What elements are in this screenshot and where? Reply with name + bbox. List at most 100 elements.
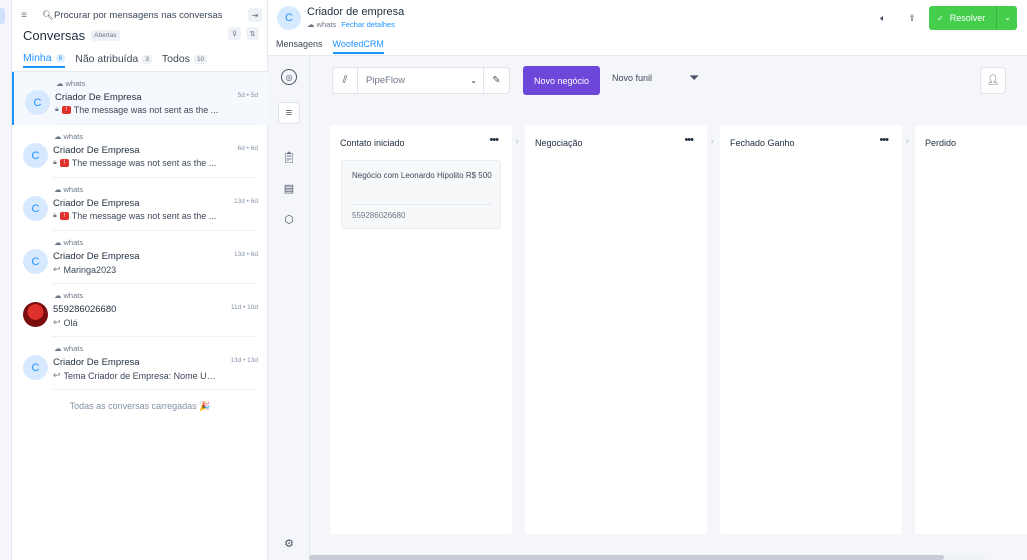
main-area: C Criador de empresa ☁ whats Fechar deta… [268, 0, 1027, 560]
inbox-label: ☁ whats [54, 132, 84, 141]
tab-todos[interactable]: Todos 10 [161, 50, 208, 68]
menu-icon[interactable]: ≡ [18, 9, 30, 21]
edit-pipeline-icon[interactable]: ✎ [484, 67, 510, 94]
tab-nao-atribuida[interactable]: Não atribuída 3 [75, 50, 152, 68]
stage-column: Negociação ••• › [525, 125, 714, 534]
tab-mensagens[interactable]: Mensagens [276, 39, 323, 54]
user-icon[interactable]: 👤︎ [980, 67, 1006, 94]
status-badge[interactable]: Abertas [91, 29, 120, 41]
reply-icon: ↩ [53, 317, 61, 327]
crm-sidebar: ◎ ≡ 📋︎ ▤ ⬡ ⚙ [268, 56, 310, 560]
warning-icon: ! [59, 159, 69, 167]
new-deal-button[interactable]: Novo negócio [523, 66, 600, 95]
contact-name: Criador De Empresa [55, 92, 142, 103]
expand-sidebar-tab[interactable] [0, 8, 5, 24]
warning-icon: ! [61, 106, 71, 114]
contact-name: Criador De Empresa [53, 145, 140, 156]
left-edge-strip [0, 0, 12, 560]
search-row: ≡ 🔍︎ Procurar por mensagens nas conversa… [18, 7, 262, 23]
conversation-time: 11d • 10d [230, 304, 258, 311]
pipeline-select[interactable]: PipeFlow ⌄ [358, 67, 484, 94]
avatar: C [23, 249, 48, 274]
avatar: C [23, 143, 48, 168]
search-input[interactable]: 🔍︎ Procurar por mensagens nas conversas [42, 7, 246, 23]
crm-toolbar: ⫽ PipeFlow ⌄ ✎ Novo negócio Novo funil ⏷… [310, 56, 1027, 102]
contact-avatar[interactable]: C [277, 6, 301, 30]
conversation-item[interactable]: C ☁ whats Criador De Empresa 13d • 6d ↩ M… [12, 231, 268, 284]
menu-icon[interactable]: ≡ [278, 102, 300, 124]
all-loaded-message: Todas as conversas carregadas 🎉 [69, 401, 211, 411]
cube-icon[interactable]: ⬡ [278, 208, 300, 230]
last-message: 🔒︎ ! The message was not sent as the ... [53, 158, 217, 168]
conversation-item[interactable]: ☁ whats 559286026680 11d • 10d ↩ Olá [12, 284, 268, 337]
conversations-title: Conversas [23, 27, 86, 43]
stage-title: Fechado Ganho [730, 138, 795, 148]
collapse-panel-icon[interactable]: ⇥ [248, 8, 262, 22]
contact-name: Criador De Empresa [53, 198, 140, 209]
more-options-icon[interactable]: ••• [489, 134, 499, 146]
last-message: 🔒︎ ! The message was not sent as the ... [55, 105, 219, 115]
fingerprint-icon[interactable]: ◎ [281, 69, 297, 85]
chevron-right-icon: › [905, 136, 909, 147]
settings-icon[interactable]: ⚙ [278, 532, 300, 554]
inbox-label: ☁ whats [54, 291, 84, 300]
more-options-icon[interactable]: ••• [879, 134, 889, 146]
crm-area: ◎ ≡ 📋︎ ▤ ⬡ ⚙ ⫽ PipeFlow ⌄ ✎ Novo negócio… [268, 56, 1027, 560]
new-funnel-button[interactable]: Novo funil [612, 73, 652, 83]
inbox-label: ☁ whats [54, 238, 84, 247]
cloud-icon: ☁ [54, 238, 62, 247]
conversation-item[interactable]: C ☁ whats Criador De Empresa 6d • 6d 🔒︎ !… [12, 125, 268, 178]
lock-icon: 🔒︎ [53, 212, 57, 219]
main-tabs: Mensagens WoofedCRM [276, 39, 384, 54]
chevron-right-icon: › [515, 136, 519, 147]
contact-name: 559286026680 [53, 304, 117, 315]
title-actions: ⊽ ⇅ [228, 27, 259, 40]
tab-count: 10 [193, 54, 208, 64]
contact-name: Criador De Empresa [53, 251, 140, 262]
inbox-label: ☁ whats [56, 79, 86, 88]
tab-label: Todos [161, 53, 190, 65]
clipboard-icon[interactable]: 📋︎ [278, 146, 300, 168]
cloud-icon: ☁ [54, 291, 62, 300]
scrollbar-thumb[interactable] [309, 555, 944, 560]
sort-icon[interactable]: ⇅ [246, 27, 259, 40]
conversation-item[interactable]: C ☁ whats Criador De Empresa 13d • 13d ↩ … [12, 337, 268, 390]
mute-icon[interactable]: 🔈︎ [878, 13, 888, 23]
avatar: C [25, 90, 50, 115]
search-icon: 🔍︎ [42, 9, 54, 20]
chevron-down-icon: ⌄ [470, 76, 477, 85]
deal-phone: 559286026680 [352, 211, 406, 220]
filter-icon[interactable]: ⏷ [689, 70, 699, 86]
lock-icon: 🔒︎ [53, 159, 57, 166]
cloud-icon: ☁ [307, 20, 315, 29]
share-icon[interactable]: ⇪ [907, 13, 917, 23]
tab-woofedcrm[interactable]: WoofedCRM [332, 39, 384, 54]
more-options-icon[interactable]: ••• [684, 134, 694, 146]
conversation-item[interactable]: C ☁ whats Criador De Empresa 13d • 6d 🔒︎ … [12, 178, 268, 231]
app-root: ≡ 🔍︎ Procurar por mensagens nas conversa… [0, 0, 1027, 560]
chevron-down-icon[interactable]: ⌄ [1004, 13, 1011, 22]
conversation-time: 13d • 13d [230, 357, 258, 364]
deal-card[interactable]: Negócio com Leonardo Hipolito R$ 500 559… [341, 160, 501, 229]
button-split [996, 6, 997, 30]
conversation-item[interactable]: C ☁ whats Criador De Empresa 5d • 5d 🔒︎ !… [12, 72, 268, 125]
filter-icon[interactable]: ⊽ [228, 27, 241, 40]
resolve-button[interactable]: ✓ Resolver ⌄ [929, 6, 1017, 30]
deal-title: Negócio com Leonardo Hipolito R$ 500 [352, 171, 492, 180]
stage-title: Contato iniciado [340, 138, 405, 148]
stage-title: Negociação [535, 138, 583, 148]
pipeline-icon[interactable]: ⫽ [332, 67, 358, 94]
conversation-header: C Criador de empresa ☁ whats Fechar deta… [268, 0, 1027, 56]
tab-count: 6 [55, 53, 66, 63]
document-icon[interactable]: ▤ [278, 177, 300, 199]
tab-minha[interactable]: Minha 6 [23, 50, 66, 68]
divider [352, 204, 492, 205]
conversation-time: 13d • 6d [234, 198, 258, 205]
close-details-link[interactable]: Fechar detalhes [341, 20, 395, 29]
inbox-label: ☁ whats [54, 185, 84, 194]
inbox-label: ☁ whats [54, 344, 84, 353]
conversation-time: 6d • 6d [237, 145, 258, 152]
lock-icon: 🔒︎ [55, 106, 59, 113]
pipeline-value: PipeFlow [366, 75, 406, 86]
horizontal-scrollbar[interactable] [309, 555, 985, 560]
